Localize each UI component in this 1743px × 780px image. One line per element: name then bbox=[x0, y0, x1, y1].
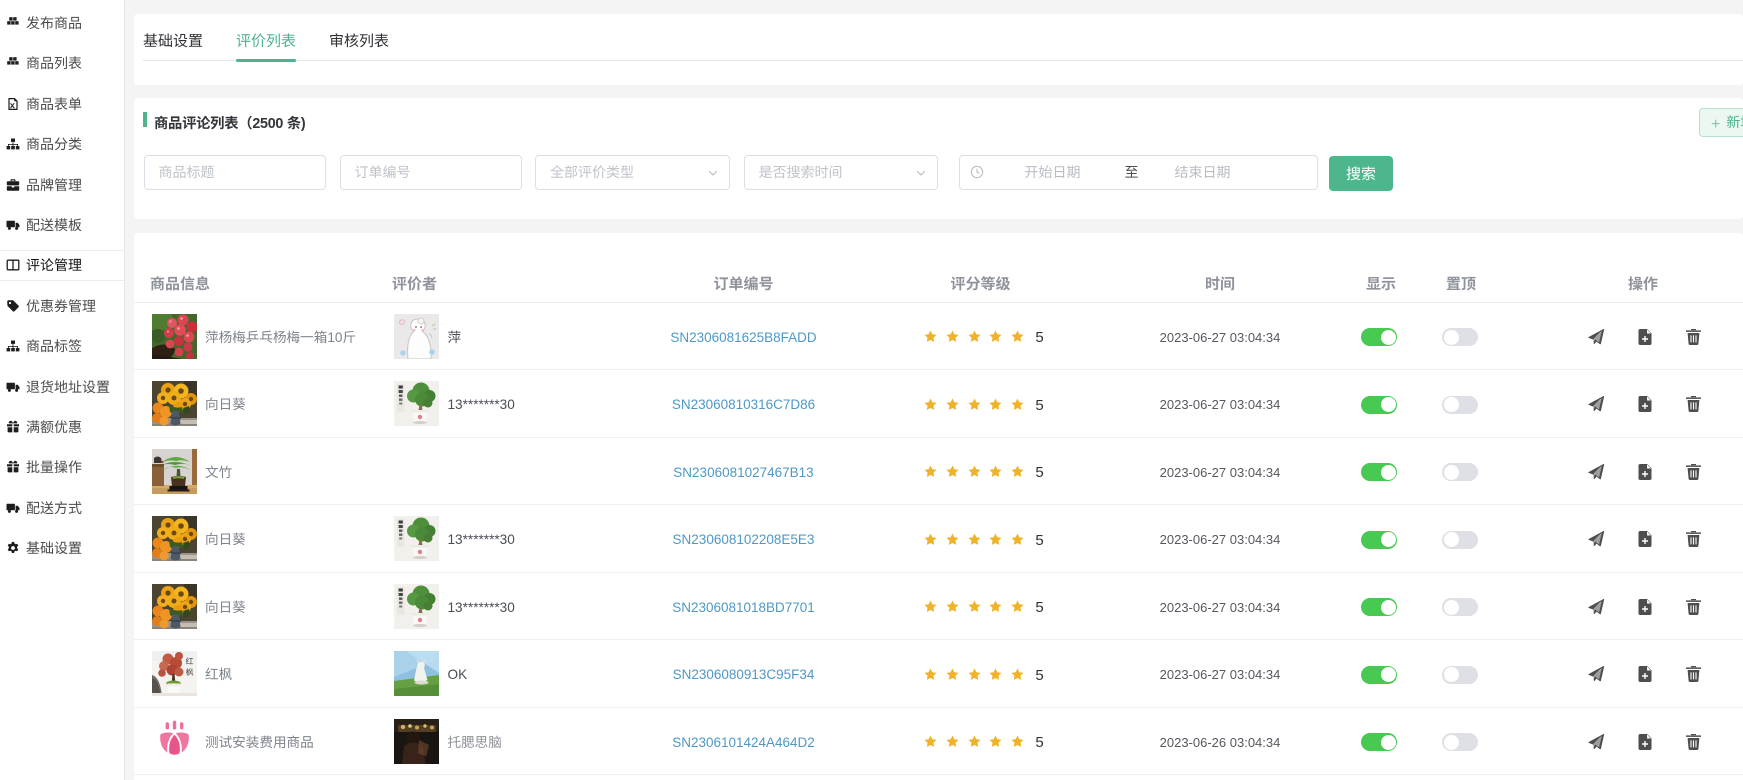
svg-text:枫: 枫 bbox=[185, 667, 193, 678]
svg-text:红: 红 bbox=[185, 656, 193, 667]
